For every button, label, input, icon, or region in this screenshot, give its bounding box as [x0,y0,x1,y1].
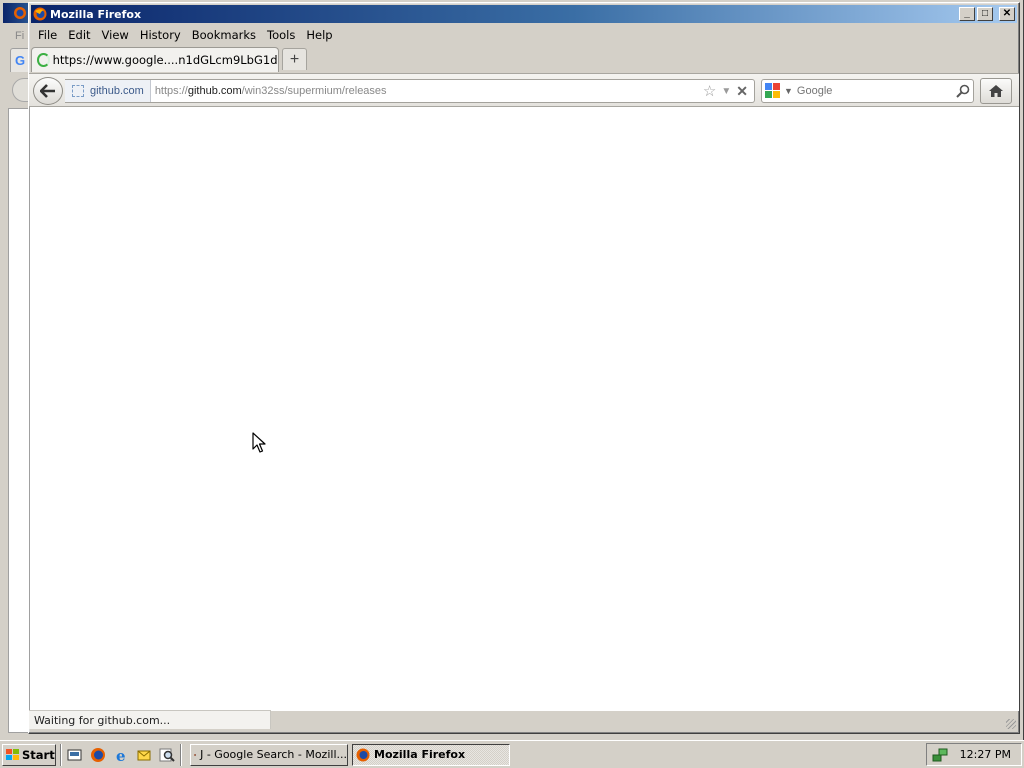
minimize-button[interactable]: _ [959,7,975,21]
home-button[interactable] [980,78,1012,104]
tab-title: https://www.google....n1dGLcm9LbG1dF-ru3… [52,53,278,67]
ie-icon[interactable]: e [112,746,130,764]
background-window-menu-fragment: Fi [15,30,25,42]
quick-launch: e [66,746,176,764]
status-text: Waiting for github.com... [34,713,171,727]
magnifier-icon[interactable] [953,84,973,98]
url-host: github.com [187,85,242,97]
firefox-icon [33,7,47,21]
taskbar: Start e J - Google Search - Mozill... Mo… [0,740,1024,768]
url-path: /win32ss/supermium/releases [241,85,387,97]
new-tab-button[interactable]: + [282,48,307,70]
stop-icon[interactable]: ✕ [736,83,748,100]
identity-domain: github.com [90,85,144,97]
search-engine-dropdown-icon[interactable]: ▼ [784,86,793,96]
google-icon: G [15,53,26,68]
google-search-icon[interactable] [765,83,781,99]
url-text[interactable]: https://github.com/win32ss/supermium/rel… [151,85,703,97]
task-label: Mozilla Firefox [374,748,466,761]
menu-bar: File Edit View History Bookmarks Tools H… [33,25,1015,45]
show-desktop-icon[interactable] [66,746,84,764]
menu-help[interactable]: Help [301,28,338,42]
mouse-cursor-icon [252,432,266,453]
firefox-window: Mozilla Firefox _ □ ✕ File Edit View His… [28,2,1020,734]
back-arrow-icon [40,84,55,98]
tab-active[interactable]: https://www.google....n1dGLcm9LbG1dF-ru3… [31,47,279,72]
url-prefix: https:// [154,85,188,97]
menu-file[interactable]: File [33,28,63,42]
window-title: Mozilla Firefox [50,7,142,21]
plus-icon: + [289,50,300,68]
system-tray: 12:27 PM [926,743,1022,766]
menu-history[interactable]: History [135,28,187,42]
navigation-toolbar: github.com https://github.com/win32ss/su… [29,73,1019,107]
search-icon[interactable] [158,746,176,764]
identity-icon [72,85,84,97]
outlook-icon[interactable] [135,746,153,764]
search-input[interactable] [796,82,953,100]
menu-view[interactable]: View [97,28,135,42]
close-button[interactable]: ✕ [999,7,1015,21]
background-window-content [8,108,30,733]
menu-bookmarks[interactable]: Bookmarks [187,28,262,42]
svg-text:e: e [116,747,126,763]
history-dropdown-icon[interactable]: ▼ [721,86,731,97]
close-icon: ✕ [1002,8,1012,19]
tab-strip: https://www.google....n1dGLcm9LbG1dF-ru3… [29,47,1019,73]
site-identity-button[interactable]: github.com [65,80,151,102]
maximize-icon: □ [981,8,989,19]
taskbar-clock[interactable]: 12:27 PM [960,748,1011,761]
window-titlebar[interactable]: Mozilla Firefox _ □ ✕ [31,5,1017,23]
bookmark-star-icon[interactable]: ☆ [703,82,716,100]
menu-edit[interactable]: Edit [63,28,96,42]
firefox-icon [194,753,197,756]
firefox-icon [356,748,370,761]
back-button[interactable] [33,77,63,105]
windows-logo-icon [6,748,19,761]
search-bar[interactable]: ▼ [761,79,974,103]
menu-tools[interactable]: Tools [262,28,301,42]
taskbar-task-mozilla-firefox[interactable]: Mozilla Firefox [352,743,510,766]
minimize-icon: _ [964,8,970,19]
page-content[interactable] [29,107,1019,711]
url-bar[interactable]: github.com https://github.com/win32ss/su… [65,79,755,103]
loading-spinner-icon [37,53,50,67]
task-label: J - Google Search - Mozill... [200,748,347,761]
network-tray-icon[interactable] [932,748,948,762]
home-icon [989,85,1003,97]
start-label: Start [22,747,55,762]
firefox-icon [14,7,26,19]
resize-grip-icon[interactable] [1006,719,1016,729]
maximize-button[interactable]: □ [977,7,993,21]
status-panel: Waiting for github.com... [29,710,271,729]
firefox-icon[interactable] [89,746,107,764]
start-button[interactable]: Start [2,743,56,766]
taskbar-task-google-search[interactable]: J - Google Search - Mozill... [190,743,348,766]
